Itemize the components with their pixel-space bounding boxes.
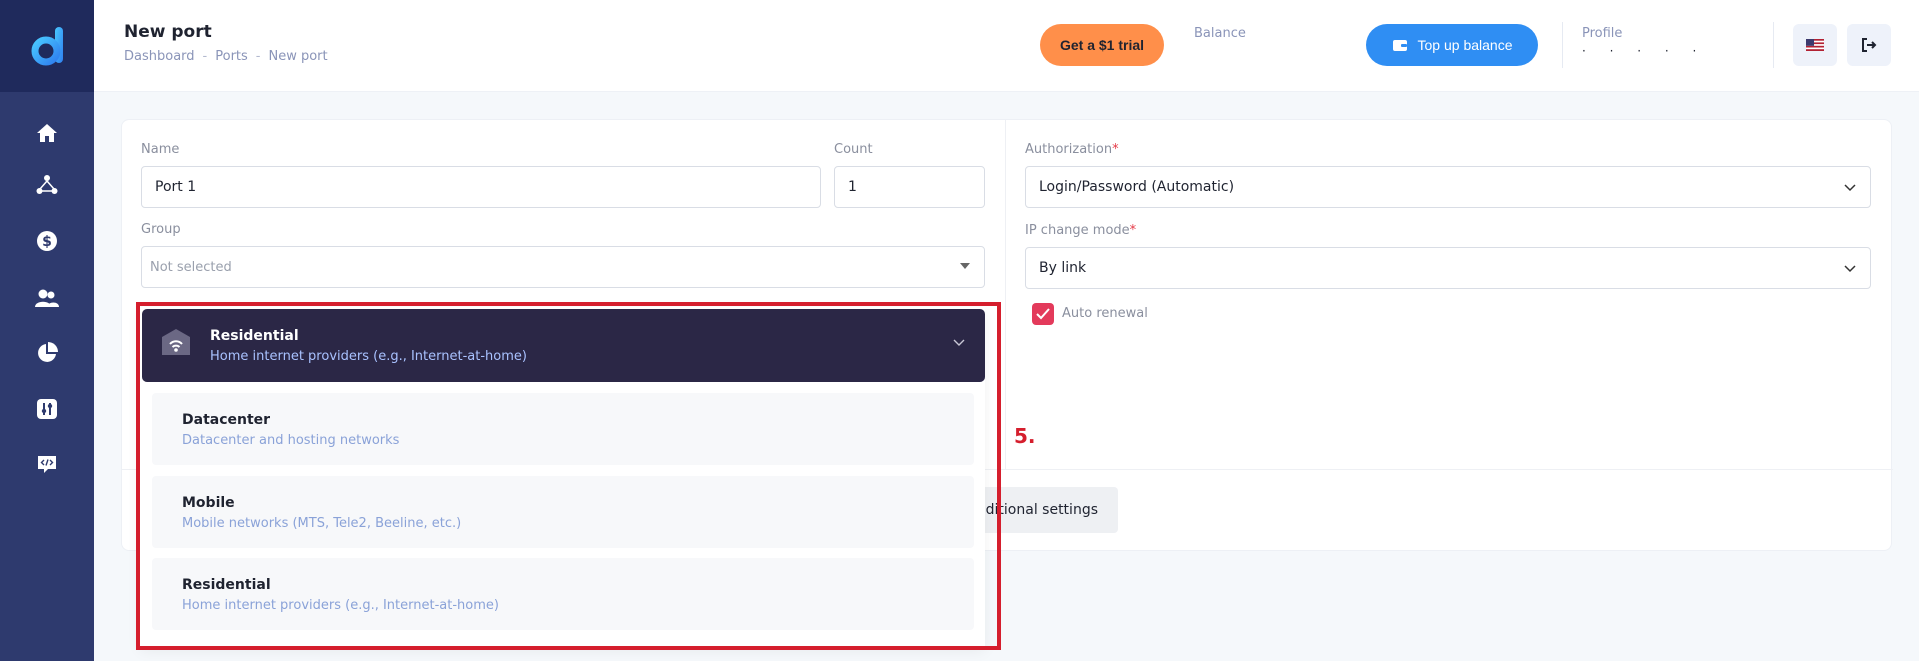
breadcrumb-separator: -: [255, 49, 261, 64]
chevron-down-icon: [953, 339, 965, 346]
column-divider: [1005, 120, 1006, 469]
proxy-type-dropdown: Residential Home internet providers (e.g…: [140, 307, 985, 647]
breadcrumb-ports[interactable]: Ports: [215, 49, 248, 64]
ip-change-mode-select[interactable]: By link: [1025, 247, 1871, 289]
option-title: Datacenter: [182, 412, 271, 428]
wallet-icon: [1392, 40, 1407, 51]
balance-label: Balance: [1194, 26, 1246, 41]
chevron-down-icon: [1844, 184, 1856, 192]
name-label: Name: [141, 142, 180, 157]
auto-renewal-checkbox[interactable]: [1032, 303, 1054, 325]
nav-settings[interactable]: [35, 397, 59, 421]
breadcrumb-separator: -: [202, 49, 208, 64]
svg-text:$: $: [42, 234, 52, 250]
ip-change-mode-label: IP change mode*: [1025, 223, 1136, 238]
option-title: Mobile: [182, 495, 235, 511]
logo[interactable]: [0, 0, 94, 92]
additional-settings-button[interactable]: dditional settings: [966, 487, 1118, 533]
sidebar: $: [0, 0, 94, 661]
nav-network[interactable]: [35, 173, 59, 197]
top-up-balance-button[interactable]: Top up balance: [1366, 24, 1538, 66]
logout-button[interactable]: [1847, 24, 1891, 66]
logout-icon: [1862, 38, 1877, 52]
ip-change-mode-label-text: IP change mode: [1025, 223, 1130, 238]
top-header: New port Dashboard - Ports - New port Ge…: [94, 0, 1919, 92]
users-icon: [35, 289, 59, 307]
caret-down-icon: [960, 263, 970, 269]
proxy-type-option-residential[interactable]: Residential Home internet providers (e.g…: [152, 558, 974, 630]
code-icon: [38, 456, 56, 473]
checkmark-icon: [1036, 308, 1050, 320]
proxy-type-selected-subtitle: Home internet providers (e.g., Internet-…: [210, 349, 527, 364]
home-wifi-icon: [162, 329, 190, 355]
nav-home[interactable]: [35, 121, 59, 145]
header-divider: [1773, 22, 1774, 68]
nav-users[interactable]: [35, 286, 59, 310]
option-subtitle: Datacenter and hosting networks: [182, 433, 400, 448]
authorization-label-text: Authorization: [1025, 142, 1113, 157]
group-select-value: Not selected: [150, 259, 232, 275]
required-marker: *: [1129, 223, 1137, 238]
breadcrumb: Dashboard - Ports - New port: [124, 49, 328, 64]
nav-api[interactable]: [35, 452, 59, 476]
authorization-label: Authorization*: [1025, 142, 1119, 157]
nav-statistics[interactable]: [35, 341, 59, 365]
network-icon: [36, 175, 58, 194]
annotation-step-number: 5.: [1014, 424, 1036, 448]
header-divider: [1562, 22, 1563, 68]
proxy-type-selected-title: Residential: [210, 328, 299, 344]
language-button[interactable]: [1793, 24, 1837, 66]
name-input[interactable]: Port 1: [141, 166, 821, 208]
authorization-select[interactable]: Login/Password (Automatic): [1025, 166, 1871, 208]
page-title: New port: [124, 22, 212, 42]
group-select[interactable]: Not selected: [141, 246, 985, 288]
profile-value[interactable]: · · · · ·: [1582, 44, 1706, 58]
home-icon: [37, 124, 57, 142]
logo-icon: [31, 27, 63, 66]
option-subtitle: Home internet providers (e.g., Internet-…: [182, 598, 499, 613]
settings-sliders-icon: [37, 399, 57, 419]
nav-billing[interactable]: $: [35, 229, 59, 253]
proxy-type-selected[interactable]: Residential Home internet providers (e.g…: [142, 309, 985, 382]
required-marker: *: [1112, 142, 1119, 157]
dollar-icon: $: [37, 231, 57, 251]
proxy-type-option-mobile[interactable]: Mobile Mobile networks (MTS, Tele2, Beel…: [152, 476, 974, 548]
breadcrumb-new-port: New port: [268, 49, 328, 64]
group-label: Group: [141, 222, 181, 237]
option-subtitle: Mobile networks (MTS, Tele2, Beeline, et…: [182, 516, 462, 531]
count-label: Count: [834, 142, 873, 157]
proxy-type-option-datacenter[interactable]: Datacenter Datacenter and hosting networ…: [152, 393, 974, 465]
us-flag-icon: [1806, 39, 1824, 51]
profile-label: Profile: [1582, 26, 1623, 41]
pie-chart-icon: [38, 342, 58, 362]
chevron-down-icon: [1844, 265, 1856, 273]
auto-renewal-label: Auto renewal: [1062, 306, 1148, 321]
top-up-balance-label: Top up balance: [1417, 37, 1513, 53]
ip-change-mode-select-value: By link: [1039, 260, 1087, 276]
count-input[interactable]: 1: [834, 166, 985, 208]
authorization-select-value: Login/Password (Automatic): [1039, 179, 1235, 195]
get-trial-button[interactable]: Get a $1 trial: [1040, 24, 1164, 66]
breadcrumb-dashboard[interactable]: Dashboard: [124, 49, 195, 64]
option-title: Residential: [182, 577, 271, 593]
